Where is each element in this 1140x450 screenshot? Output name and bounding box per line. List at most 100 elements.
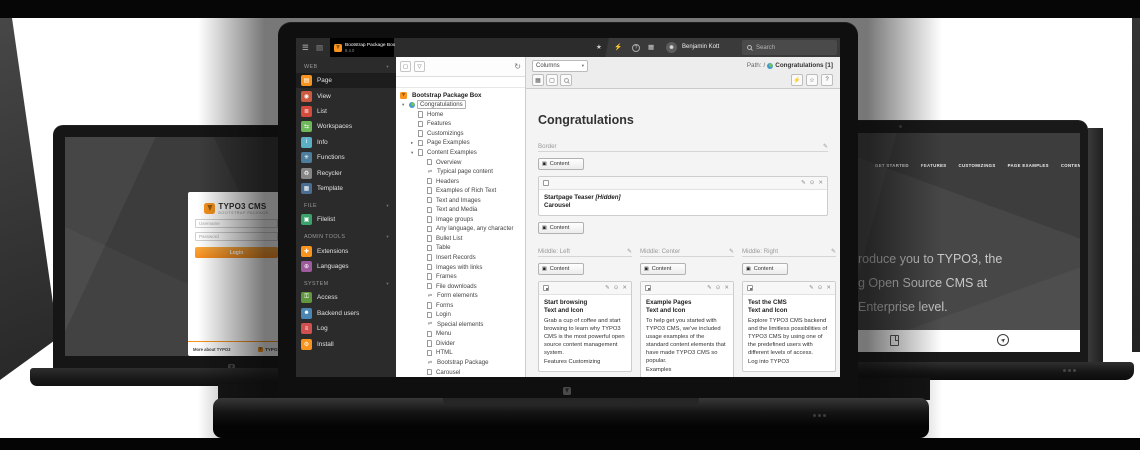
tree-row[interactable]: Images with links — [396, 262, 525, 272]
tree-row[interactable]: Table — [396, 243, 525, 253]
module-section-header[interactable]: ADMIN TOOLS ▾ — [296, 231, 396, 244]
module-menu-item[interactable]: ◉ View — [296, 88, 396, 103]
edit-page-icon[interactable]: ▢ — [546, 74, 558, 86]
module-section-header[interactable]: FILE ▾ — [296, 199, 396, 212]
module-menu-item[interactable]: ♻ Recycler — [296, 165, 396, 180]
user-avatar[interactable]: ☻ — [666, 42, 677, 53]
visibility-icon[interactable]: ⊙ — [810, 180, 815, 186]
clear-cache-icon[interactable]: ⚡ — [614, 43, 622, 51]
tree-row[interactable]: Menu — [396, 329, 525, 339]
tree-row[interactable]: ▾ Congratulations — [396, 100, 525, 110]
module-menu-item[interactable]: ✚ Extensions — [296, 244, 396, 259]
element-links[interactable]: Features Customizing — [544, 359, 626, 365]
tree-row[interactable]: ▸ Page Examples — [396, 138, 525, 148]
module-menu-item[interactable]: ☻ Backend users — [296, 306, 396, 321]
tree-row[interactable]: Customizings — [396, 129, 525, 139]
delete-icon[interactable]: ✕ — [826, 285, 831, 291]
tree-row[interactable]: HTML — [396, 348, 525, 358]
edit-icon[interactable]: ✎ — [605, 285, 610, 291]
layout-view-icon[interactable]: ▦ — [532, 74, 544, 86]
tree-row-label: File downloads — [434, 283, 479, 290]
module-menu-item[interactable]: ▦ Template — [296, 181, 396, 196]
tree-row[interactable]: Text and Media — [396, 205, 525, 215]
tree-row[interactable]: Typical page content — [396, 167, 525, 177]
tree-row[interactable]: Features — [396, 119, 525, 129]
tree-row[interactable]: File downloads — [396, 281, 525, 291]
edit-icon[interactable]: ✎ — [801, 180, 806, 186]
tree-row[interactable]: Any language, any character — [396, 224, 525, 234]
tree-row[interactable]: Login — [396, 310, 525, 320]
frontend-nav-item[interactable]: CONTENT EXAMPLES — [1061, 163, 1080, 168]
module-menu-item[interactable]: ≣ List — [296, 104, 396, 119]
new-page-button[interactable]: ▢ — [400, 61, 411, 72]
tree-row[interactable]: Bootstrap Package — [396, 358, 525, 368]
edit-icon[interactable]: ✎ — [809, 285, 814, 291]
search-input[interactable]: Search — [742, 40, 837, 55]
tree-expand-icon[interactable]: ▸ — [411, 140, 416, 146]
visibility-icon[interactable]: ⊙ — [716, 285, 721, 291]
clear-cache-icon[interactable]: ⚡ — [791, 74, 803, 86]
frontend-nav-item[interactable]: PAGE EXAMPLES — [1008, 163, 1049, 168]
search-icon[interactable] — [560, 74, 572, 86]
delete-icon[interactable]: ✕ — [818, 180, 823, 186]
module-section-header[interactable]: SYSTEM ▾ — [296, 277, 396, 290]
delete-icon[interactable]: ✕ — [622, 285, 627, 291]
tree-expand-icon[interactable]: ▾ — [411, 150, 416, 156]
element-links[interactable]: Log into TYPO3 — [748, 359, 830, 365]
module-list-icon[interactable]: ▤ — [316, 43, 323, 52]
tree-row[interactable]: ▾ Content Examples — [396, 148, 525, 158]
tree-row[interactable]: Forms — [396, 300, 525, 310]
bookmark-icon[interactable]: ☆ — [806, 74, 818, 86]
edit-icon[interactable]: ✎ — [729, 248, 734, 255]
module-menu-item[interactable]: i Info — [296, 135, 396, 150]
tree-row[interactable]: Insert Records — [396, 253, 525, 263]
add-content-button[interactable]: ▣ Content — [538, 158, 584, 170]
tree-row[interactable]: Carousel — [396, 367, 525, 377]
tree-row[interactable]: Divider — [396, 339, 525, 349]
tree-row[interactable]: Form elements — [396, 291, 525, 301]
add-content-button[interactable]: ▣ Content — [640, 263, 686, 275]
edit-icon[interactable]: ✎ — [627, 248, 632, 255]
module-menu-item[interactable]: ≡ Log — [296, 321, 396, 336]
module-menu-item[interactable]: ⚿ Access — [296, 290, 396, 305]
column-label: Middle: Center — [640, 248, 680, 255]
delete-icon[interactable]: ✕ — [724, 285, 729, 291]
help-icon[interactable]: ? — [821, 74, 833, 86]
element-links[interactable]: Examples — [646, 367, 728, 373]
add-content-button[interactable]: ▣ Content — [538, 222, 584, 234]
add-content-button[interactable]: ▣ Content — [538, 263, 584, 275]
tree-row[interactable]: Frames — [396, 272, 525, 282]
help-icon[interactable]: ? — [632, 44, 640, 52]
edit-icon[interactable]: ✎ — [707, 285, 712, 291]
tree-row[interactable]: Image groups — [396, 215, 525, 225]
bookmark-star-icon[interactable]: ★ — [596, 43, 602, 51]
visibility-icon[interactable]: ⊙ — [818, 285, 823, 291]
tree-root-row[interactable]: Bootstrap Package Box — [396, 90, 525, 100]
module-menu-item[interactable]: ▤ Page — [296, 73, 396, 88]
tree-row[interactable]: Home — [396, 110, 525, 120]
module-menu-item[interactable]: ▣ Filelist — [296, 212, 396, 227]
tree-row[interactable]: Bullet List — [396, 234, 525, 244]
tree-row[interactable]: Headers — [396, 176, 525, 186]
module-menu-item[interactable]: ⇆ Workspaces — [296, 119, 396, 134]
edit-icon[interactable]: ✎ — [831, 248, 836, 255]
username-label[interactable]: Benjamin Kott — [682, 44, 719, 50]
tree-row[interactable]: Overview — [396, 157, 525, 167]
frontend-nav-item[interactable]: CUSTOMIZINGS — [959, 163, 996, 168]
refresh-icon[interactable]: ↻ — [514, 62, 521, 71]
add-content-button[interactable]: ▣ Content — [742, 263, 788, 275]
tree-expand-icon[interactable]: ▾ — [402, 102, 407, 108]
module-menu-item[interactable]: ⚙ Install — [296, 336, 396, 351]
module-menu-item[interactable]: ⊕ Languages — [296, 259, 396, 274]
tree-row[interactable]: Text and Images — [396, 195, 525, 205]
module-menu-item[interactable]: ✳ Functions — [296, 150, 396, 165]
edit-icon[interactable]: ✎ — [823, 143, 828, 150]
filter-button[interactable]: ▽ — [414, 61, 425, 72]
module-section-header[interactable]: WEB ▾ — [296, 60, 396, 73]
apps-grid-icon[interactable]: ▦ — [648, 43, 654, 51]
tree-row[interactable]: Special elements — [396, 320, 525, 330]
visibility-icon[interactable]: ⊙ — [614, 285, 619, 291]
columns-select[interactable]: Columns ▾ — [532, 60, 588, 72]
menu-toggle-icon[interactable]: ☰ — [302, 43, 309, 52]
tree-row[interactable]: Examples of Rich Text — [396, 186, 525, 196]
